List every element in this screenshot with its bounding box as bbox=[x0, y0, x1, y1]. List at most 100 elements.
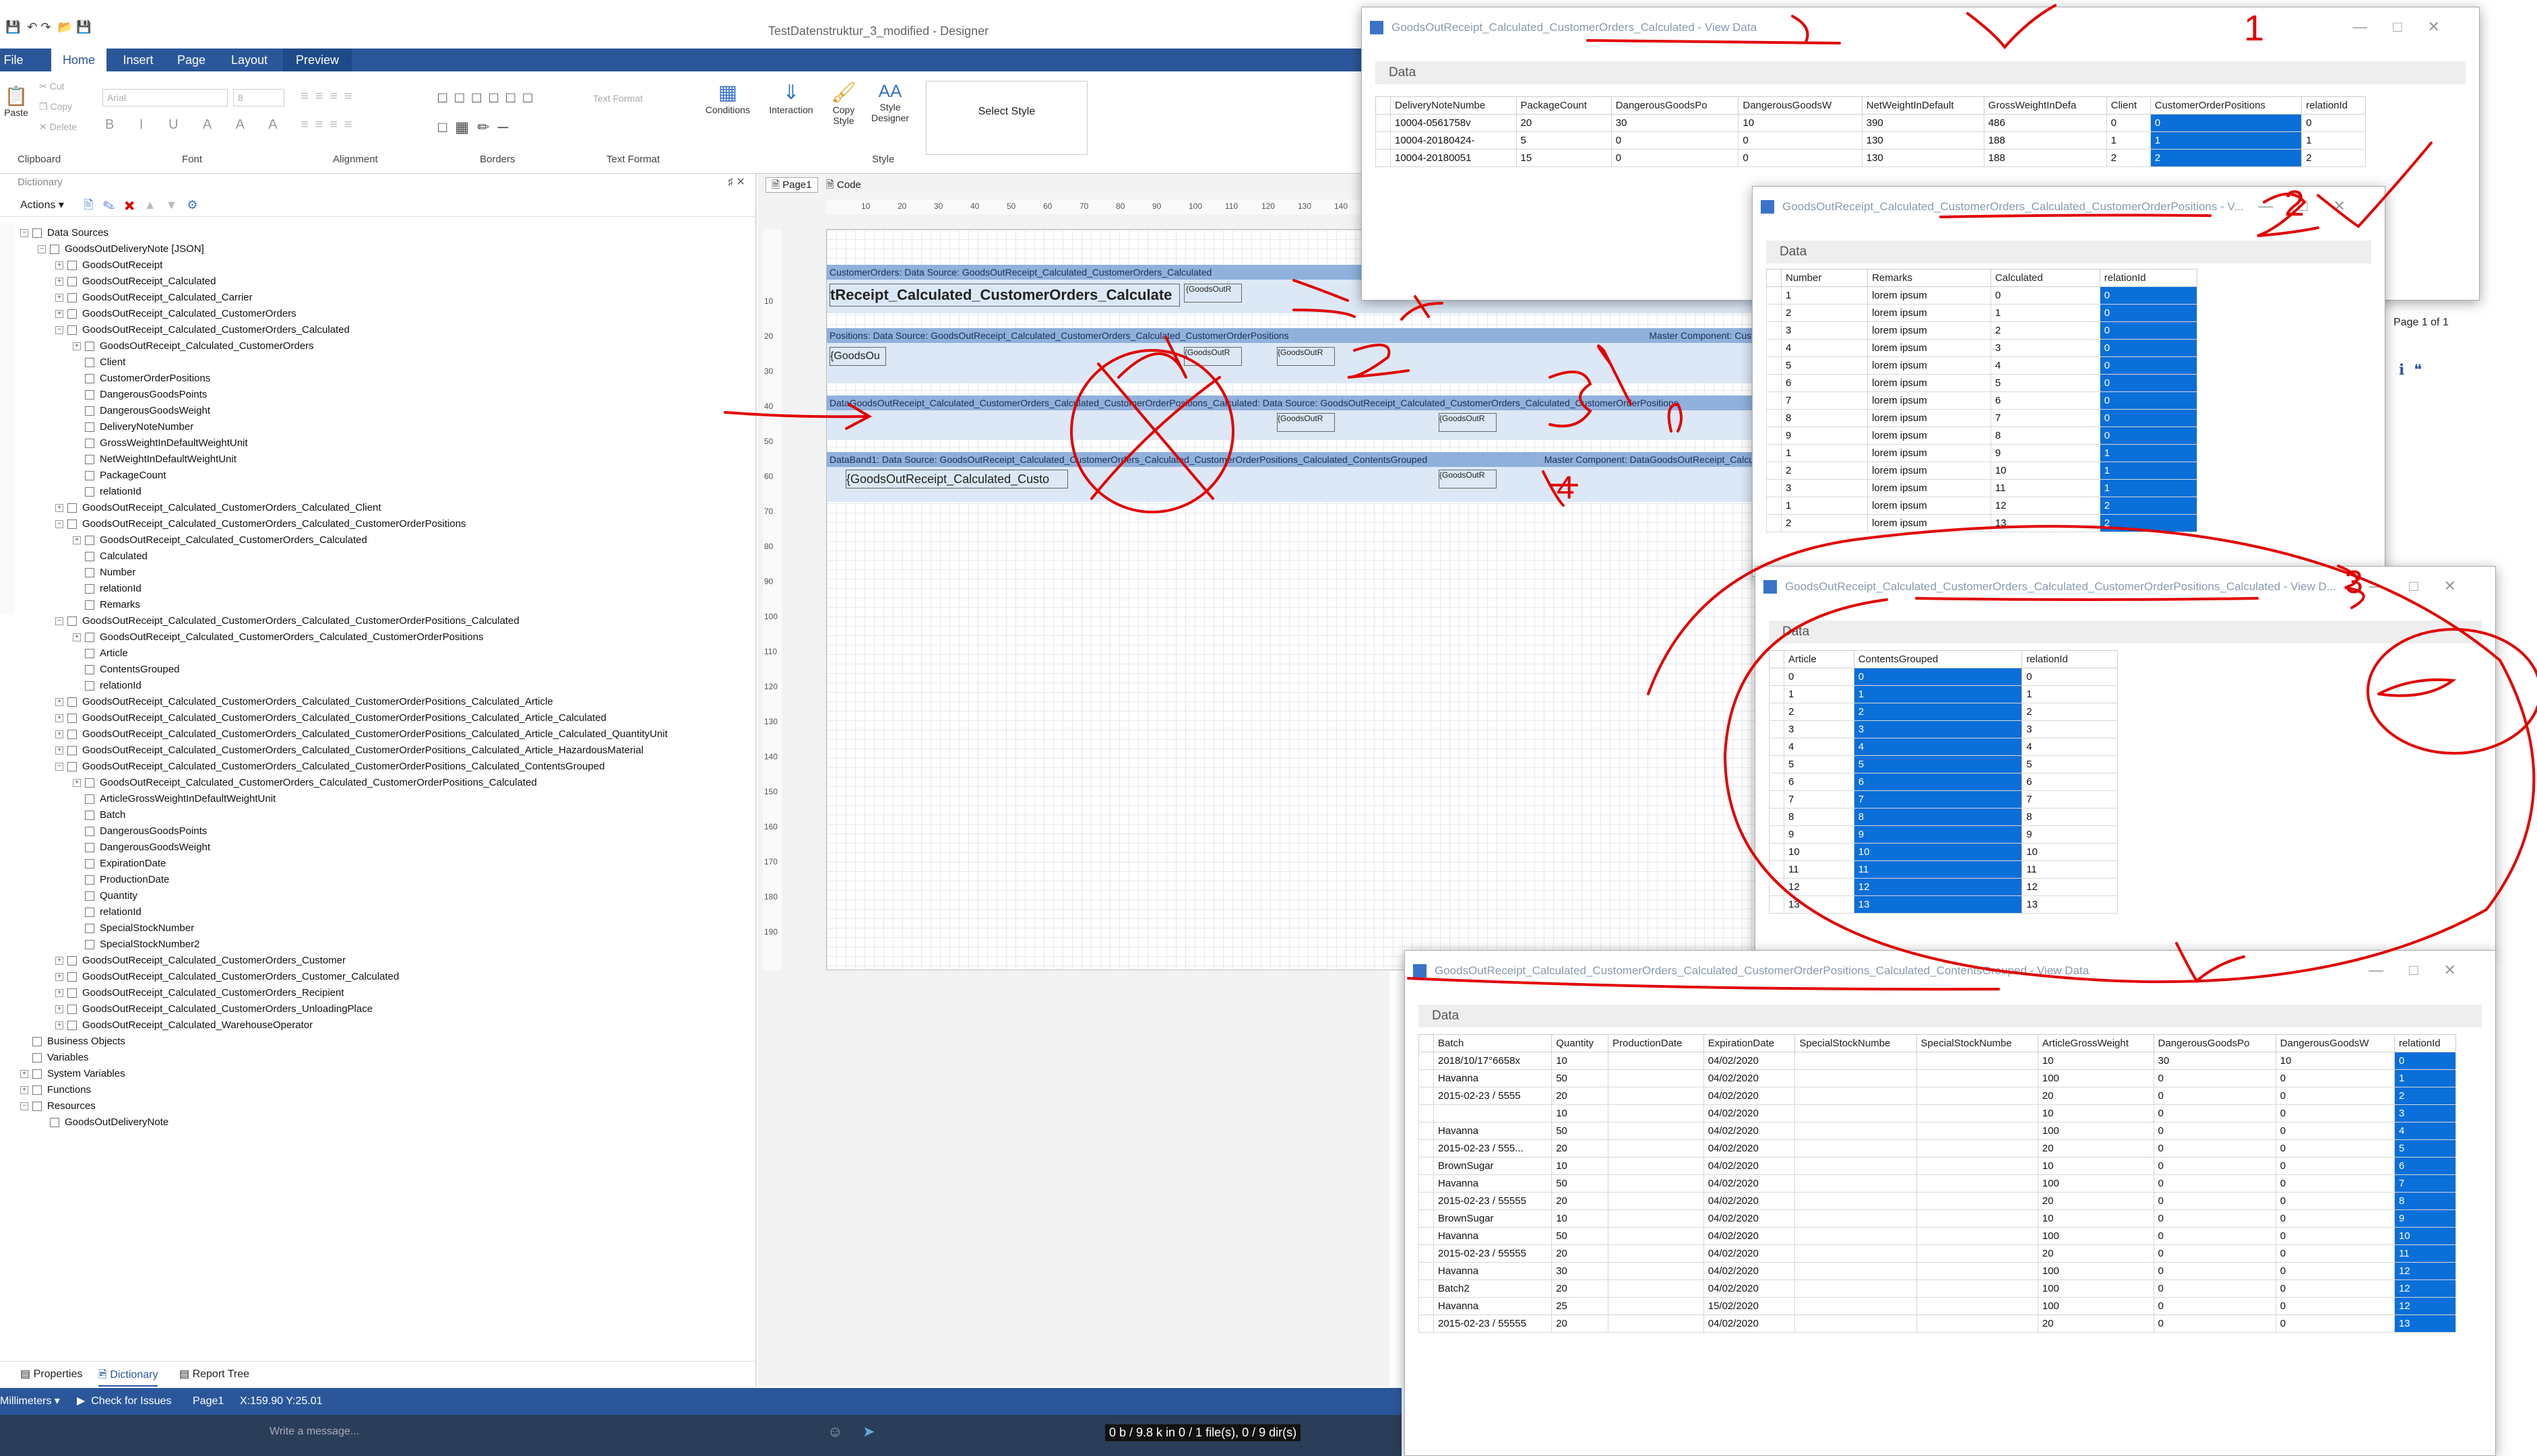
tree-item[interactable]: ProductionDate bbox=[73, 872, 169, 888]
tree-item[interactable]: + GoodsOutReceipt_Calculated_CustomerOrde… bbox=[55, 500, 381, 516]
expand-icon[interactable]: + bbox=[55, 730, 63, 739]
row-header[interactable] bbox=[1769, 738, 1784, 756]
table-cell[interactable]: Havanna bbox=[1433, 1122, 1553, 1140]
table-row[interactable]: 999 bbox=[1769, 825, 2118, 844]
table-cell[interactable]: 2018/10/17°6658x bbox=[1433, 1052, 1553, 1070]
expand-icon[interactable]: + bbox=[55, 1021, 63, 1030]
tree-item[interactable]: relationId bbox=[73, 678, 142, 694]
table-cell[interactable]: 1 bbox=[1780, 444, 1869, 462]
table-cell[interactable]: 10 bbox=[1784, 843, 1854, 861]
expand-icon[interactable]: + bbox=[55, 1005, 63, 1014]
window-4-controls[interactable]: —□✕ bbox=[2369, 961, 2482, 979]
row-header[interactable] bbox=[1766, 304, 1782, 322]
tree-item[interactable]: GoodsOutDeliveryNote bbox=[38, 1114, 168, 1131]
table-cell[interactable]: 0 bbox=[2153, 1227, 2276, 1245]
tree-item[interactable]: − GoodsOutReceipt_Calculated_CustomerOrde… bbox=[55, 322, 350, 338]
table-cell[interactable] bbox=[1794, 1244, 1917, 1263]
alignment-buttons[interactable]: ≡≡≡≡ bbox=[301, 89, 359, 104]
table-cell[interactable]: 10 bbox=[2037, 1209, 2154, 1228]
positions-field-1[interactable]: {GoodsOutR bbox=[1184, 347, 1242, 366]
table-cell[interactable]: 0 bbox=[2153, 1087, 2276, 1105]
table-cell[interactable]: 04/02/2020 bbox=[1703, 1104, 1796, 1122]
tree-item[interactable]: + GoodsOutReceipt_Calculated_CustomerOrde… bbox=[55, 969, 399, 985]
table-cell[interactable]: 0 bbox=[1610, 149, 1739, 167]
table-cell[interactable] bbox=[1916, 1244, 2038, 1263]
table-cell[interactable]: 0 bbox=[2153, 1209, 2276, 1228]
tree-item[interactable]: relationId bbox=[73, 904, 142, 920]
table-cell[interactable]: 0 bbox=[1610, 131, 1739, 150]
row-header[interactable] bbox=[1418, 1174, 1434, 1193]
table-cell[interactable] bbox=[1916, 1297, 2038, 1315]
view-data-window-3[interactable]: GoodsOutReceipt_Calculated_CustomerOrder… bbox=[1755, 566, 2496, 953]
table-cell[interactable]: 0 bbox=[2099, 304, 2198, 322]
table-cell[interactable]: 8 bbox=[1784, 808, 1854, 826]
table-cell[interactable]: 6 bbox=[1990, 391, 2100, 410]
window-2-controls[interactable]: —□✕ bbox=[2258, 197, 2371, 215]
tree-item[interactable]: + GoodsOutReceipt_Calculated_CustomerOrde… bbox=[55, 985, 344, 1001]
tree-item[interactable]: Client bbox=[73, 354, 125, 371]
font-style-buttons[interactable]: B I U A A A bbox=[105, 117, 288, 133]
table-row[interactable]: 2015-02-23 / 5555 20 04/02/2020 20 0 0 2 bbox=[1418, 1087, 2457, 1105]
table-row[interactable]: 10 10 10 bbox=[1769, 843, 2118, 861]
table-cell[interactable] bbox=[1608, 1227, 1704, 1245]
tree-item[interactable]: + GoodsOutReceipt_Calculated_CustomerOrde… bbox=[55, 694, 553, 710]
table-cell[interactable]: 0 bbox=[2275, 1104, 2395, 1122]
table-cell[interactable]: 5 bbox=[1990, 374, 2100, 392]
column-header[interactable]: SpecialStockNumbe bbox=[1794, 1034, 1917, 1052]
cut-button[interactable]: ✂ Cut bbox=[39, 81, 64, 92]
table-cell[interactable] bbox=[1608, 1087, 1704, 1105]
expand-icon[interactable]: + bbox=[55, 261, 63, 270]
table-cell[interactable]: 3 bbox=[1780, 479, 1869, 497]
table-row[interactable]: 10004-20180051 15 0 0 130 188 2 2 2 bbox=[1375, 149, 2366, 167]
row-header[interactable] bbox=[1375, 131, 1391, 150]
table-cell[interactable] bbox=[1916, 1157, 2038, 1175]
tree-item[interactable]: ExpirationDate bbox=[73, 856, 166, 872]
expand-icon[interactable]: + bbox=[20, 1086, 28, 1095]
table-cell[interactable]: 10 bbox=[2022, 843, 2118, 861]
tree-item[interactable]: + GoodsOutReceipt_Calculated_CustomerOrde… bbox=[73, 532, 367, 548]
table-cell[interactable]: lorem ipsum bbox=[1867, 374, 1991, 392]
column-header[interactable]: DangerousGoodsPo bbox=[2153, 1034, 2276, 1052]
tree-item[interactable]: relationId bbox=[73, 581, 142, 597]
databand1-field[interactable]: {GoodsOutR bbox=[1439, 470, 1497, 488]
table-cell[interactable]: 188 bbox=[1983, 131, 2107, 150]
column-header[interactable]: relationId bbox=[2301, 96, 2366, 115]
collapse-icon[interactable]: − bbox=[38, 245, 46, 254]
table-cell[interactable]: lorem ipsum bbox=[1867, 409, 1991, 427]
table-cell[interactable] bbox=[1794, 1087, 1917, 1105]
table-cell[interactable]: 3 bbox=[2393, 1104, 2457, 1122]
table-cell[interactable] bbox=[1608, 1209, 1704, 1228]
table-cell[interactable]: 1 bbox=[2099, 462, 2198, 480]
select-style-gallery[interactable]: Select Style bbox=[926, 81, 1088, 155]
row-header[interactable] bbox=[1769, 755, 1784, 773]
table-cell[interactable]: 11 bbox=[2022, 860, 2118, 879]
tree-item[interactable]: − GoodsOutReceipt_Calculated_CustomerOrde… bbox=[55, 613, 520, 629]
row-header[interactable] bbox=[1769, 773, 1784, 791]
table-row[interactable]: 666 bbox=[1769, 773, 2118, 791]
alignment-buttons-row2[interactable]: ≡≡≡≡ bbox=[301, 117, 359, 133]
table-cell[interactable]: 10 bbox=[2037, 1157, 2154, 1175]
tree-item[interactable]: Remarks bbox=[73, 597, 140, 613]
window-1-grid[interactable]: DeliveryNoteNumbe PackageCount DangerousGo… bbox=[1375, 96, 2366, 167]
row-header[interactable] bbox=[1418, 1122, 1434, 1140]
table-cell[interactable]: lorem ipsum bbox=[1867, 321, 1991, 340]
tree-item[interactable]: Calculated bbox=[73, 548, 148, 565]
table-cell[interactable]: 50 bbox=[1551, 1227, 1609, 1245]
table-row[interactable]: 11 11 11 bbox=[1769, 860, 2118, 879]
table-cell[interactable]: 2 bbox=[1780, 462, 1869, 480]
collapse-icon[interactable]: − bbox=[55, 763, 63, 771]
collapse-icon[interactable]: − bbox=[55, 520, 63, 529]
table-cell[interactable]: 0 bbox=[2153, 1244, 2276, 1263]
table-cell[interactable] bbox=[1608, 1262, 1704, 1280]
tree-item[interactable]: + GoodsOutReceipt_Calculated_WarehouseOpe… bbox=[55, 1017, 313, 1034]
table-cell[interactable]: 100 bbox=[2037, 1122, 2154, 1140]
table-cell[interactable]: 13 bbox=[1990, 514, 2100, 532]
tab-home[interactable]: Home bbox=[51, 49, 106, 71]
tree-item[interactable]: + GoodsOutReceipt_Calculated_CustomerOrde… bbox=[55, 306, 296, 322]
table-cell[interactable]: 0 bbox=[2099, 409, 2198, 427]
row-header[interactable] bbox=[1769, 808, 1784, 826]
table-cell[interactable]: 13 bbox=[1784, 895, 1854, 914]
table-cell[interactable]: 1 bbox=[1853, 685, 2023, 703]
table-cell[interactable]: 1 bbox=[1780, 497, 1869, 515]
table-cell[interactable]: lorem ipsum bbox=[1867, 391, 1991, 410]
